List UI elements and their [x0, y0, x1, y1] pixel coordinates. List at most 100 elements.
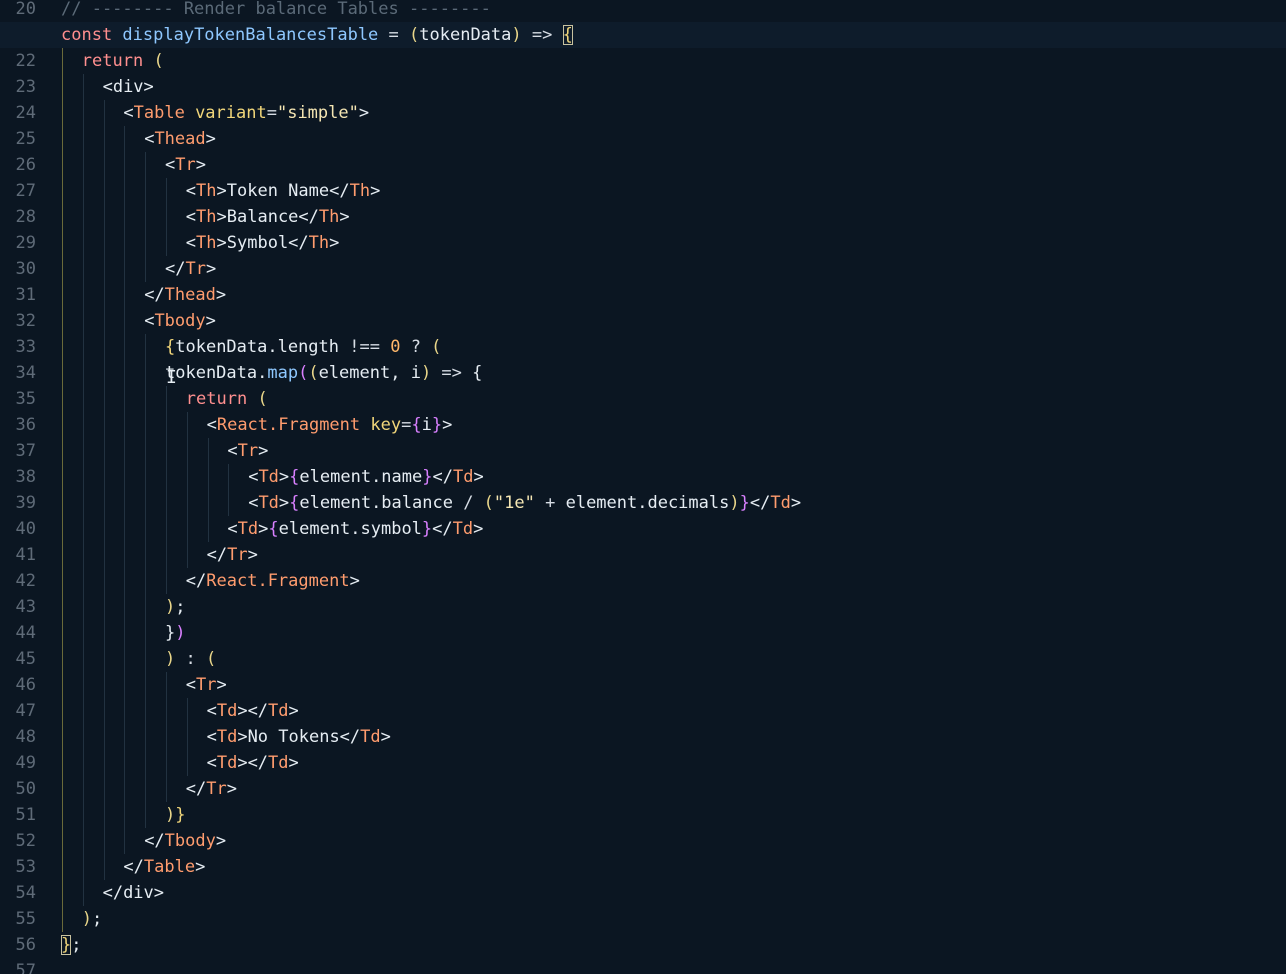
code-token: "simple" — [276, 103, 359, 123]
code-row[interactable]: <Th>Balance</Th> — [0, 204, 1286, 230]
code-row[interactable]: return ( — [0, 48, 1286, 74]
indent-guide — [166, 542, 167, 568]
indent-guide — [145, 672, 147, 698]
indent-guide — [124, 126, 126, 152]
code-row[interactable]: <Td>{element.balance / ("1e" + element.d… — [0, 490, 1286, 516]
indent-guide — [62, 178, 63, 204]
code-token: Th — [318, 207, 340, 227]
code-row[interactable]: const displayTokenBalancesTable = (token… — [0, 22, 1286, 48]
indent-guide — [124, 386, 126, 412]
code-row[interactable]: <Th>Symbol</Th> — [0, 230, 1286, 256]
indent-guide — [145, 516, 147, 542]
code-row[interactable]: <Tr> — [0, 152, 1286, 178]
code-token: ></ — [237, 753, 269, 773]
code-row[interactable]: ); — [0, 906, 1286, 932]
code-line-text: const displayTokenBalancesTable = (token… — [61, 22, 573, 48]
indent-guide — [62, 880, 63, 906]
code-row[interactable]: <React.Fragment key={i}> — [0, 412, 1286, 438]
indent-guide — [145, 724, 147, 750]
code-row[interactable]: <Tr> — [0, 438, 1286, 464]
code-token: > — [442, 415, 453, 435]
indent-guide — [62, 334, 63, 360]
code-row[interactable]: <Th>Token Name</Th> — [0, 178, 1286, 204]
code-token: </div> — [102, 883, 165, 903]
code-token: < — [123, 103, 134, 123]
code-row[interactable]: <Td>{element.symbol}</Td> — [0, 516, 1286, 542]
code-row[interactable]: tokenData.map((element, i) => { — [0, 360, 1286, 386]
code-token: ) — [729, 493, 740, 513]
code-editor[interactable]: 2021222324252627282930313233343536373839… — [0, 0, 1286, 974]
indent-guide — [124, 516, 126, 542]
code-token: > — [329, 233, 340, 253]
indent-guide — [124, 334, 126, 360]
code-row[interactable]: <Td>{element.name}</Td> — [0, 464, 1286, 490]
indent-guide — [82, 230, 84, 256]
code-row[interactable]: <Td></Td> — [0, 698, 1286, 724]
code-token: "1e" — [493, 493, 535, 513]
code-token: </ — [144, 831, 165, 851]
indent-guide — [145, 464, 147, 490]
code-line-text: <React.Fragment key={i}> — [207, 412, 453, 438]
code-row[interactable]: </Tr> — [0, 542, 1286, 568]
code-row[interactable]: <div> — [0, 74, 1286, 100]
code-row[interactable] — [0, 958, 1286, 974]
code-line-text: <Th>Token Name</Th> — [186, 178, 381, 204]
code-token: Tr — [237, 441, 259, 461]
code-row[interactable]: <Td>No Tokens</Td> — [0, 724, 1286, 750]
code-token: Td — [216, 701, 238, 721]
code-row[interactable]: </Thead> — [0, 282, 1286, 308]
code-row[interactable]: return ( — [0, 386, 1286, 412]
indent-guide — [145, 802, 147, 828]
code-token: tokenData — [419, 25, 512, 45]
indent-guide — [145, 490, 147, 516]
code-token: < — [227, 441, 238, 461]
code-row[interactable]: }; — [0, 932, 1286, 958]
code-line-text: {tokenData.length !== 0 ? ( — [165, 334, 441, 360]
code-row[interactable]: <Tbody> — [0, 308, 1286, 334]
indent-guide — [62, 152, 63, 178]
code-token: { — [562, 25, 573, 45]
code-token: ( — [205, 649, 217, 669]
code-token: </ — [749, 493, 771, 513]
code-line-text: return ( — [82, 48, 164, 74]
code-token: return — [81, 51, 154, 71]
indent-guide — [82, 204, 84, 230]
code-token: Td — [216, 727, 238, 747]
code-row[interactable]: ) : ( — [0, 646, 1286, 672]
indent-guide — [166, 412, 167, 438]
code-row[interactable]: ); — [0, 594, 1286, 620]
code-token: ( — [409, 25, 420, 45]
code-token: > — [195, 155, 206, 175]
code-row[interactable]: <Tr> — [0, 672, 1286, 698]
code-row[interactable]: </Tr> — [0, 776, 1286, 802]
code-token: + — [534, 493, 566, 513]
code-token: Th — [349, 181, 371, 201]
indent-guide — [166, 490, 167, 516]
code-row[interactable]: <Table variant="simple"> — [0, 100, 1286, 126]
code-token: </ — [165, 259, 186, 279]
code-row[interactable]: </React.Fragment> — [0, 568, 1286, 594]
code-row[interactable]: </Tbody> — [0, 828, 1286, 854]
code-token: > — [349, 571, 360, 591]
code-row[interactable]: }) — [0, 620, 1286, 646]
code-token: > — [247, 545, 258, 565]
code-row[interactable]: {tokenData.length !== 0 ? ( — [0, 334, 1286, 360]
indent-guide — [124, 724, 126, 750]
indent-guide — [62, 698, 63, 724]
code-token: > — [258, 519, 269, 539]
code-row[interactable]: // -------- Render balance Tables ------… — [0, 0, 1286, 22]
indent-guide — [124, 490, 126, 516]
code-row[interactable]: </Table> — [0, 854, 1286, 880]
indent-guide — [166, 724, 167, 750]
code-row[interactable]: </Tr> — [0, 256, 1286, 282]
code-token: </ — [185, 571, 207, 591]
code-area[interactable]: // -------- Render balance Tables ------… — [0, 0, 1286, 974]
indent-guide — [82, 74, 84, 100]
indent-guide — [62, 438, 63, 464]
code-token: Tr — [206, 779, 227, 799]
code-row[interactable]: </div> — [0, 880, 1286, 906]
code-row[interactable]: <Thead> — [0, 126, 1286, 152]
code-row[interactable]: <Td></Td> — [0, 750, 1286, 776]
code-row[interactable]: )} — [0, 802, 1286, 828]
code-token: > — [215, 285, 227, 305]
